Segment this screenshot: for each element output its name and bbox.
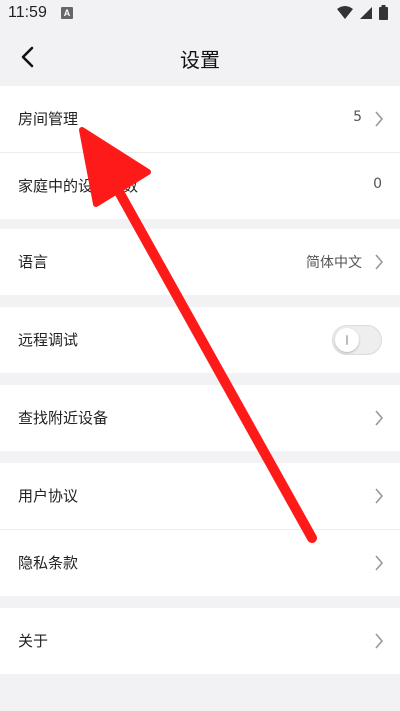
settings-group-legal: 用户协议 隐私条款	[0, 463, 400, 596]
row-label: 家庭中的设备总数	[18, 177, 139, 195]
remote-debug-toggle[interactable]	[332, 325, 382, 355]
page-title: 设置	[180, 48, 220, 72]
wifi-icon	[337, 5, 353, 19]
row-privacy-policy[interactable]: 隐私条款	[0, 529, 400, 596]
status-bar: 11:59 A	[0, 0, 400, 28]
row-value: 0	[373, 176, 382, 192]
row-room-management[interactable]: 房间管理 5	[0, 86, 400, 152]
toggle-knob	[335, 328, 359, 352]
settings-group-debug: 远程调试	[0, 307, 400, 373]
row-value: 5	[353, 109, 362, 125]
notification-icon: A	[61, 7, 73, 19]
row-label: 房间管理	[18, 110, 79, 128]
chevron-right-icon	[375, 633, 384, 649]
row-remote-debug: 远程调试	[0, 307, 400, 373]
status-time: 11:59	[8, 4, 47, 21]
row-about[interactable]: 关于	[0, 608, 400, 674]
settings-group-about: 关于	[0, 608, 400, 674]
row-label: 用户协议	[18, 487, 79, 505]
row-label: 查找附近设备	[18, 409, 109, 427]
row-find-nearby-devices[interactable]: 查找附近设备	[0, 385, 400, 451]
row-label: 关于	[18, 632, 49, 650]
row-label: 远程调试	[18, 331, 79, 349]
chevron-right-icon	[375, 254, 384, 270]
row-device-count: 家庭中的设备总数 0	[0, 152, 400, 219]
status-icons	[337, 5, 388, 20]
settings-group-nearby: 查找附近设备	[0, 385, 400, 451]
chevron-right-icon	[375, 111, 384, 127]
battery-icon	[379, 5, 388, 20]
row-value: 简体中文	[306, 255, 362, 271]
row-user-agreement[interactable]: 用户协议	[0, 463, 400, 529]
row-label: 语言	[18, 253, 49, 271]
header: 设置	[0, 28, 400, 86]
chevron-right-icon	[375, 555, 384, 571]
chevron-right-icon	[375, 410, 384, 426]
row-language[interactable]: 语言 简体中文	[0, 229, 400, 295]
row-label: 隐私条款	[18, 554, 79, 572]
chevron-right-icon	[375, 488, 384, 504]
settings-group-home: 房间管理 5 家庭中的设备总数 0	[0, 86, 400, 219]
settings-group-language: 语言 简体中文	[0, 229, 400, 295]
signal-icon	[360, 6, 372, 19]
